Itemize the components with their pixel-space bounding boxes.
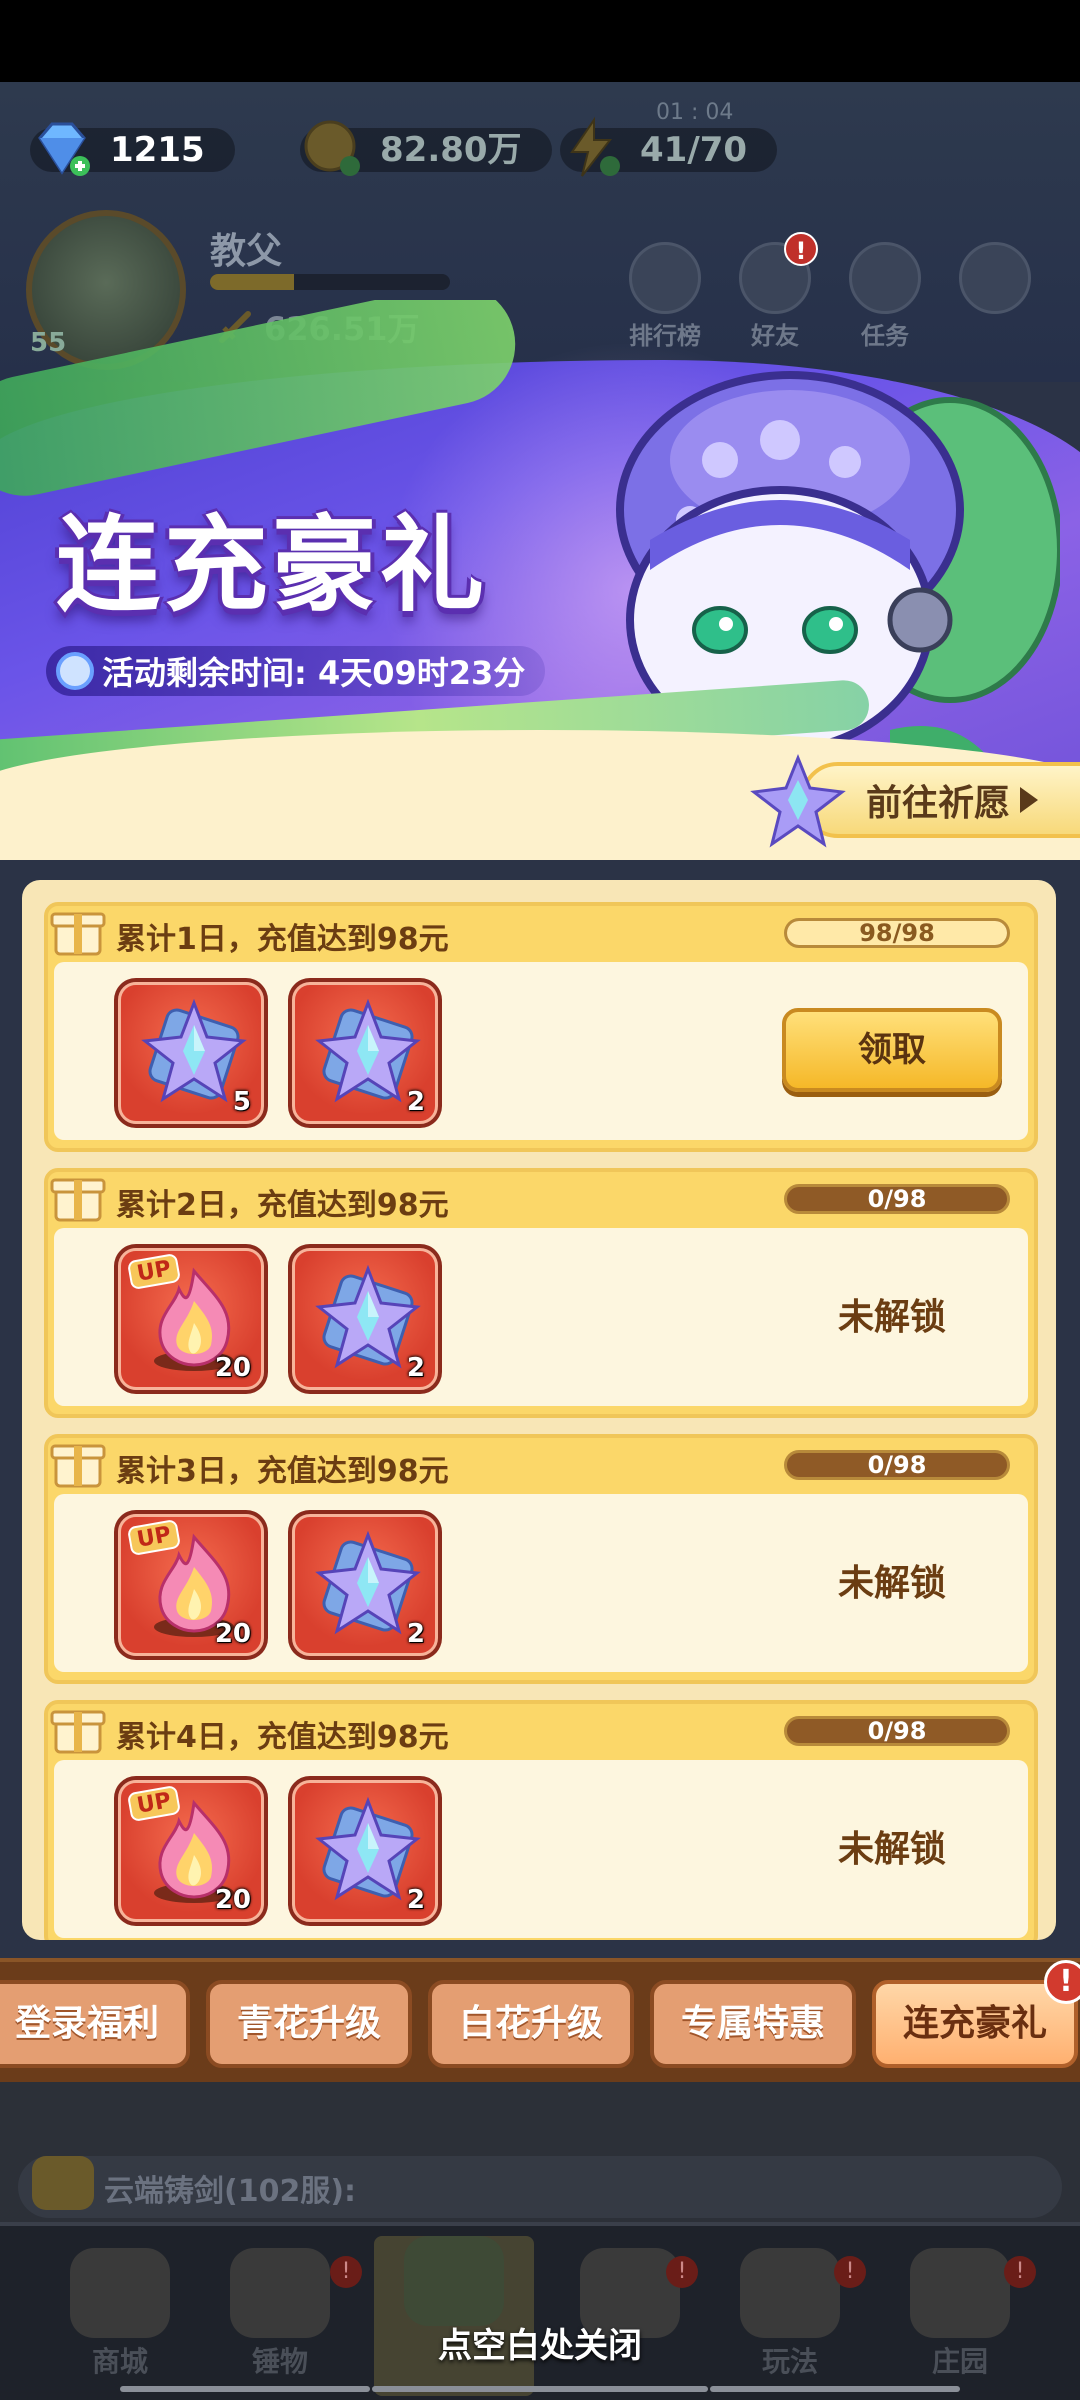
reward-item-up-flame[interactable]: UP 20: [114, 1510, 268, 1660]
locked-status: 未解锁: [837, 1563, 946, 1604]
reward-condition: 累计1日，充值达到98元: [116, 922, 449, 957]
reward-card: 累计1日，充值达到98元 98/98 5 2 领取: [44, 902, 1038, 1152]
gift-icon: [50, 1178, 106, 1222]
reward-item-star-crystal[interactable]: 2: [288, 1776, 442, 1926]
tab-blue-flower-upgrade[interactable]: 青花升级: [206, 1980, 412, 2068]
reward-panel[interactable]: 累计1日，充值达到98元 98/98 5 2 领取 累计2日，充值达到98元 0…: [22, 880, 1056, 1940]
reward-item-star-crystal[interactable]: 2: [288, 978, 442, 1128]
crossed-swords-icon: [404, 2236, 504, 2326]
locked-status: 未解锁: [837, 1297, 946, 1338]
status-bar: [0, 0, 1080, 82]
reward-item-star-crystal[interactable]: 2: [288, 1510, 442, 1660]
nav-badge: !: [834, 2256, 866, 2288]
lightning-icon: [570, 116, 620, 177]
reward-condition: 累计2日，充值达到98元: [116, 1188, 449, 1223]
go-wish-label: 前往祈愿: [866, 783, 1011, 824]
gold-coin-icon: [304, 120, 360, 176]
energy-counter[interactable]: 41/70: [560, 116, 778, 178]
page: 1215 82.80万 01 : 04 41/70 55 教父 排行榜 好友 !…: [0, 0, 1080, 2400]
tab-exclusive-deals[interactable]: 专属特惠: [650, 1980, 856, 2068]
claim-button[interactable]: 领取: [782, 1008, 1002, 1092]
tab-login-bonus[interactable]: 登录福利: [0, 1980, 190, 2068]
reward-card: 累计4日，充值达到98元 0/98 UP 20 2 未解锁: [44, 1700, 1038, 1940]
star-crystal-icon: [750, 753, 846, 848]
gift-icon: [50, 1710, 106, 1754]
reward-progress: 0/98: [784, 1716, 1010, 1746]
gold-counter[interactable]: 82.80万: [300, 120, 552, 178]
locked-status: 未解锁: [837, 1829, 946, 1870]
tab-alert-badge: !: [1044, 1960, 1080, 2004]
countdown-text: 活动剩余时间: 4天09时23分: [102, 654, 526, 692]
event-title: 连充豪礼: [56, 504, 489, 626]
tab-white-flower-upgrade[interactable]: 白花升级: [428, 1980, 634, 2068]
nav-badge: !: [1004, 2256, 1036, 2288]
reward-condition: 累计3日，充值达到98元: [116, 1454, 449, 1489]
home-indicator: [0, 2386, 1080, 2394]
reward-item-star-crystal[interactable]: 2: [288, 1244, 442, 1394]
friends-badge: !: [784, 232, 818, 266]
reward-progress: 98/98: [784, 918, 1010, 948]
event-tabs: 登录福利 青花升级 白花升级 专属特惠 连充豪礼: [0, 1958, 1080, 2082]
close-hint[interactable]: 点空白处关闭: [0, 2318, 1080, 2367]
nav-badge: !: [666, 2256, 698, 2288]
nav-battle[interactable]: [374, 2236, 534, 2396]
reward-card: 累计3日，充值达到98元 0/98 UP 20 2 未解锁: [44, 1434, 1038, 1684]
nav-badge: !: [330, 2256, 362, 2288]
reward-item-star-crystal[interactable]: 5: [114, 978, 268, 1128]
player-name: 教父: [210, 231, 283, 272]
gem-counter[interactable]: 1215: [30, 122, 235, 178]
reward-card: 累计2日，充值达到98元 0/98 UP 20 2 未解锁: [44, 1168, 1038, 1418]
gift-icon: [50, 1444, 106, 1488]
chat-message: 云端铸剑(102服):: [104, 2174, 357, 2209]
event-banner: 连充豪礼 活动剩余时间: 4天09时23分 前往祈愿: [0, 300, 1080, 860]
xp-bar: [210, 274, 450, 290]
reward-item-up-flame[interactable]: UP 20: [114, 1776, 268, 1926]
clock-icon: [56, 652, 94, 690]
gift-icon: [50, 912, 106, 956]
diamond-icon: [38, 122, 90, 176]
reward-list[interactable]: 累计1日，充值达到98元 98/98 5 2 领取 累计2日，充值达到98元 0…: [22, 880, 1056, 1940]
reward-progress: 0/98: [784, 1450, 1010, 1480]
reward-item-up-flame[interactable]: UP 20: [114, 1244, 268, 1394]
bottom-nav: 商城 锤物 ! ! 玩法 ! 庄园 !: [0, 2222, 1080, 2400]
play-arrow-icon: [1020, 787, 1039, 813]
reward-progress: 0/98: [784, 1184, 1010, 1214]
chat-area: 云端铸剑(102服):: [0, 2082, 1080, 2222]
reward-condition: 累计4日，充值达到98元: [116, 1720, 449, 1755]
chat-icon: [32, 2156, 94, 2210]
event-countdown: 活动剩余时间: 4天09时23分: [46, 646, 546, 696]
